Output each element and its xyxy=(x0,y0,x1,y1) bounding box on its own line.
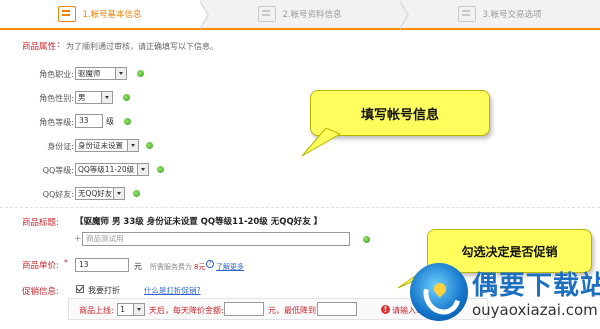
title-extra-input[interactable]: 商品测试用 xyxy=(82,232,350,246)
chevron-down-icon xyxy=(115,68,126,79)
level-unit: 级 xyxy=(106,117,114,126)
trade-box-icon xyxy=(458,6,477,22)
step-1-label: 1.帐号基本信息 xyxy=(82,10,142,20)
step-arrow-icon xyxy=(399,0,409,30)
days-select[interactable]: 1 xyxy=(117,303,145,316)
step-arrow-icon xyxy=(199,0,209,30)
learn-more-link[interactable]: 了解更多 xyxy=(216,262,244,272)
step-2-profile-info[interactable]: 2.帐号资料信息 xyxy=(200,0,409,30)
fee-amount: 8元 xyxy=(194,263,206,271)
chevron-down-icon xyxy=(127,140,138,151)
price-unit: 元 xyxy=(134,262,142,271)
title-extra-placeholder: 商品测试用 xyxy=(86,234,124,243)
step-2-label: 2.帐号资料信息 xyxy=(282,10,342,20)
discount-checkbox-label: 我要打折 xyxy=(88,286,120,295)
id-card-icon xyxy=(258,6,277,22)
what-is-discount-link[interactable]: 什么是打折促销? xyxy=(144,285,200,296)
plus-icon: + xyxy=(74,234,82,244)
id-card-label: 身份证: xyxy=(47,142,74,151)
profession-select[interactable]: 驱魔师 xyxy=(75,67,127,80)
attributes-heading: 商品属性 xyxy=(22,42,57,52)
valid-check-icon xyxy=(146,142,153,149)
watermark-en: ouyaoxiazai.com xyxy=(472,301,598,319)
fill-account-info-callout-text: 填写帐号信息 xyxy=(360,107,439,123)
attributes-heading-colon: : xyxy=(57,40,60,50)
daily-discount-input[interactable] xyxy=(224,302,264,316)
site-watermark: 偶要下载站 ouyaoxiazai.com xyxy=(410,263,600,325)
qq-friend-select-value: 无QQ好友 xyxy=(78,189,113,198)
valid-check-icon xyxy=(124,118,131,125)
promo-decide-callout-text: 勾选决定是否促销 xyxy=(461,244,558,259)
level-input[interactable]: 33 xyxy=(75,114,103,128)
price-label: 商品单价: xyxy=(22,261,59,271)
warning-icon: ! xyxy=(381,305,390,314)
chevron-down-icon xyxy=(133,304,144,315)
id-card-select-value: 身份证未设置 xyxy=(78,141,123,150)
step-progress-bar: 1.帐号基本信息 2.帐号资料信息 3.帐号交易选项 xyxy=(0,0,600,30)
help-icon: ? xyxy=(206,260,214,268)
valid-check-icon xyxy=(137,70,144,77)
step-1-basic-info[interactable]: 1.帐号基本信息 xyxy=(0,0,209,30)
form-edit-icon xyxy=(58,6,77,22)
profession-label: 角色职业: xyxy=(39,70,74,79)
qq-level-select-value: QQ等级11-20级 xyxy=(78,165,135,174)
gender-select-value: 男 xyxy=(78,93,86,102)
callout-pointer-icon xyxy=(301,128,340,157)
qq-friend-label: QQ好友: xyxy=(42,190,74,199)
min-price-label: 元，最低降到 xyxy=(268,306,316,315)
site-logo-icon xyxy=(410,263,468,321)
valid-check-icon xyxy=(157,166,164,173)
generated-title: 【驱魔师 男 33级 身份证未设置 QQ等级11-20级 无QQ好友 】 xyxy=(75,217,323,227)
days-select-value: 1 xyxy=(120,305,126,314)
attributes-hint: 为了顺利通过审核，请正确填写以下信息。 xyxy=(66,42,218,51)
days-suffix: 天后，每天降价金额: xyxy=(149,306,224,315)
level-label: 角色等级: xyxy=(39,118,74,127)
min-price-input[interactable] xyxy=(317,302,357,316)
qq-level-select[interactable]: QQ等级11-20级 xyxy=(75,163,149,176)
qq-friend-select[interactable]: 无QQ好友 xyxy=(75,187,125,200)
valid-check-icon xyxy=(133,190,140,197)
promo-label: 促销信息: xyxy=(22,287,59,297)
step-3-trade-options[interactable]: 3.帐号交易选项 xyxy=(400,0,600,28)
chevron-down-icon xyxy=(137,164,148,175)
gender-label: 角色性别: xyxy=(39,94,74,103)
shelf-label: 商品上线: xyxy=(79,306,114,315)
valid-check-icon xyxy=(363,236,370,243)
qq-level-label: QQ等级: xyxy=(42,166,74,175)
discount-checkbox[interactable] xyxy=(76,285,84,293)
step-3-label: 3.帐号交易选项 xyxy=(482,10,542,20)
chevron-down-icon xyxy=(101,92,112,103)
price-input[interactable]: 13 xyxy=(75,258,129,272)
valid-check-icon xyxy=(123,94,130,101)
watermark-cn: 偶要下载站 xyxy=(472,271,600,301)
title-label: 商品标题: xyxy=(22,218,59,228)
profession-select-value: 驱魔师 xyxy=(78,69,101,78)
id-card-select[interactable]: 身份证未设置 xyxy=(75,139,139,152)
section-divider xyxy=(0,207,600,208)
required-mark: * xyxy=(64,258,68,267)
gender-select[interactable]: 男 xyxy=(75,91,113,104)
fee-text: 所需服务费为 xyxy=(150,263,192,271)
chevron-down-icon xyxy=(113,188,124,199)
